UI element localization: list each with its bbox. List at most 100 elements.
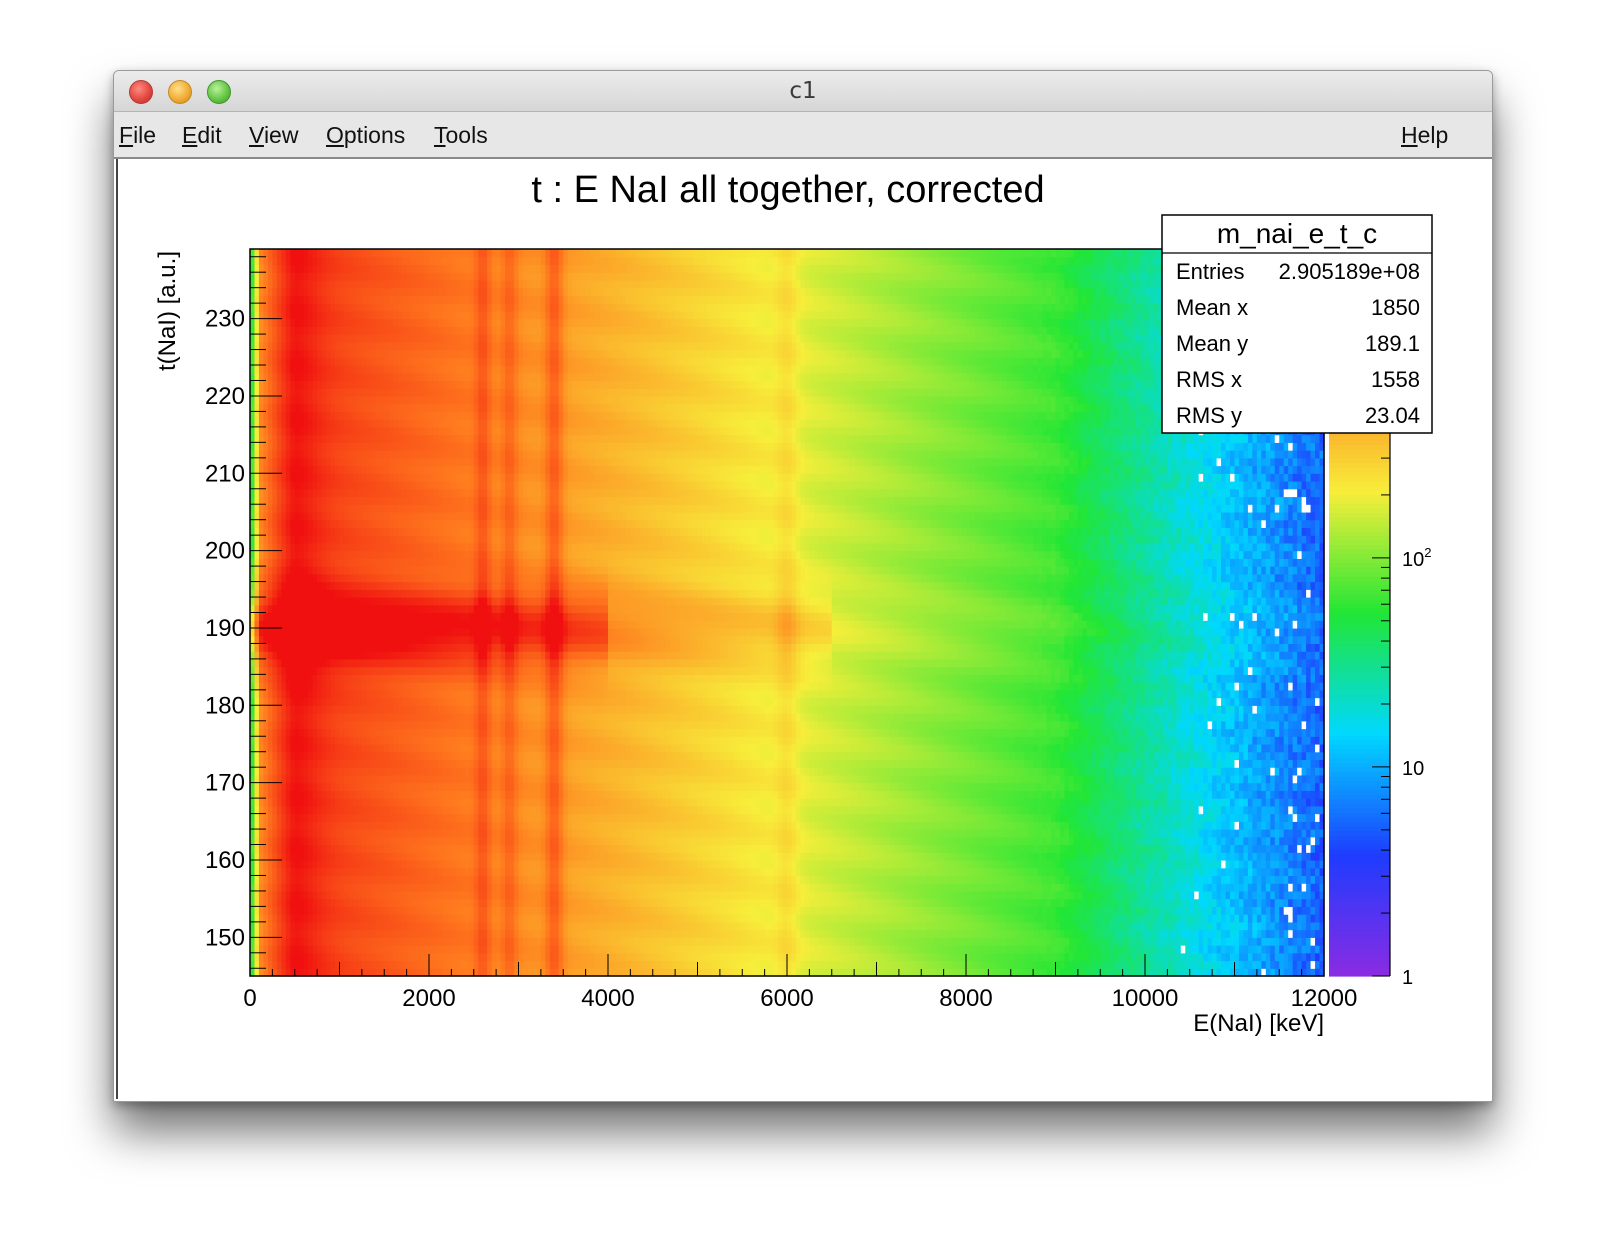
- heatmap-cell: [429, 566, 434, 574]
- heatmap-cell: [384, 249, 389, 257]
- heatmap-cell: [317, 350, 322, 358]
- heatmap-cell: [425, 651, 430, 659]
- heatmap-cell: [326, 744, 331, 752]
- heatmap-cell: [299, 450, 304, 458]
- heatmap-cell: [425, 868, 430, 876]
- heatmap-cell: [281, 767, 286, 775]
- heatmap-cell: [250, 280, 255, 288]
- heatmap-cell: [366, 249, 371, 257]
- heatmap-cell: [402, 396, 407, 404]
- heatmap-cell: [326, 481, 331, 489]
- heatmap-cell: [375, 504, 380, 512]
- heatmap-cell: [254, 257, 259, 265]
- heatmap-cell: [393, 489, 398, 497]
- heatmap-cell: [483, 249, 488, 257]
- heatmap-cell: [340, 705, 345, 713]
- heatmap-cell: [425, 419, 430, 427]
- heatmap-cell: [277, 674, 282, 682]
- heatmap-cell: [442, 783, 447, 791]
- heatmap-cell: [460, 767, 465, 775]
- heatmap-cell: [460, 496, 465, 504]
- heatmap-cell: [402, 674, 407, 682]
- heatmap-cell: [411, 264, 416, 272]
- heatmap-cell: [398, 713, 403, 721]
- heatmap-cell: [366, 520, 371, 528]
- heatmap-cell: [447, 868, 452, 876]
- heatmap-cell: [340, 829, 345, 837]
- menu-file[interactable]: File: [119, 122, 156, 149]
- heatmap-cell: [322, 520, 327, 528]
- heatmap-cell: [268, 295, 273, 303]
- heatmap-cell: [254, 883, 259, 891]
- heatmap-cell: [407, 659, 412, 667]
- heatmap-cell: [393, 690, 398, 698]
- heatmap-cell: [447, 342, 452, 350]
- heatmap-cell: [340, 620, 345, 628]
- heatmap-cell: [389, 953, 394, 961]
- heatmap-cell: [469, 373, 474, 381]
- heatmap-cell: [460, 790, 465, 798]
- heatmap-cell: [295, 257, 300, 265]
- plot-canvas[interactable]: t : E NaI all together, corrected 1 10 102…: [116, 159, 1490, 1099]
- heatmap-cell: [344, 845, 349, 853]
- heatmap-cell: [429, 698, 434, 706]
- heatmap-cell: [357, 419, 362, 427]
- heatmap-cell: [420, 295, 425, 303]
- heatmap-cell: [478, 868, 483, 876]
- menu-help[interactable]: Help: [1401, 122, 1448, 149]
- heatmap-cell: [277, 512, 282, 520]
- heatmap-cell: [331, 945, 336, 953]
- heatmap-cell: [442, 674, 447, 682]
- heatmap-cell: [389, 388, 394, 396]
- heatmap-cell: [407, 280, 412, 288]
- heatmap-cell: [250, 496, 255, 504]
- heatmap-cell: [451, 264, 456, 272]
- heatmap-cell: [268, 543, 273, 551]
- heatmap-cell: [483, 257, 488, 265]
- menu-tools[interactable]: Tools: [434, 122, 488, 149]
- heatmap-cell: [416, 566, 421, 574]
- heatmap-cell: [425, 365, 430, 373]
- heatmap-cell: [326, 442, 331, 450]
- heatmap-cell: [384, 790, 389, 798]
- menu-options[interactable]: Options: [326, 122, 405, 149]
- heatmap-cell: [272, 690, 277, 698]
- heatmap-cell: [460, 930, 465, 938]
- heatmap-cell: [344, 899, 349, 907]
- heatmap-cell: [326, 388, 331, 396]
- menu-edit[interactable]: Edit: [182, 122, 222, 149]
- heatmap-cell: [250, 767, 255, 775]
- menu-view[interactable]: View: [249, 122, 298, 149]
- heatmap-cell: [277, 752, 282, 760]
- heatmap-cell: [335, 875, 340, 883]
- heatmap-cell: [442, 883, 447, 891]
- heatmap-cell: [286, 450, 291, 458]
- heatmap-cell: [259, 891, 264, 899]
- heatmap-cell: [254, 512, 259, 520]
- heatmap-cell: [384, 589, 389, 597]
- heatmap-cell: [438, 729, 443, 737]
- heatmap-cell: [460, 566, 465, 574]
- heatmap-cell: [326, 798, 331, 806]
- heatmap-cell: [398, 543, 403, 551]
- heatmap-cell: [375, 404, 380, 412]
- heatmap-cell: [407, 334, 412, 342]
- heatmap-cell: [308, 257, 313, 265]
- heatmap-cell: [308, 852, 313, 860]
- heatmap-cell: [438, 342, 443, 350]
- heatmap-cell: [380, 396, 385, 404]
- heatmap-cell: [393, 373, 398, 381]
- heatmap-cell: [420, 496, 425, 504]
- heatmap-cell: [402, 442, 407, 450]
- heatmap-cell: [375, 759, 380, 767]
- heatmap-cell: [277, 365, 282, 373]
- heatmap-cell: [447, 280, 452, 288]
- heatmap-cell: [331, 295, 336, 303]
- heatmap-cell: [371, 558, 376, 566]
- heatmap-cell: [290, 326, 295, 334]
- heatmap-cell: [433, 504, 438, 512]
- heatmap-cell: [331, 961, 336, 969]
- heatmap-cell: [465, 705, 470, 713]
- heatmap-cell: [465, 551, 470, 559]
- heatmap-cell: [304, 535, 309, 543]
